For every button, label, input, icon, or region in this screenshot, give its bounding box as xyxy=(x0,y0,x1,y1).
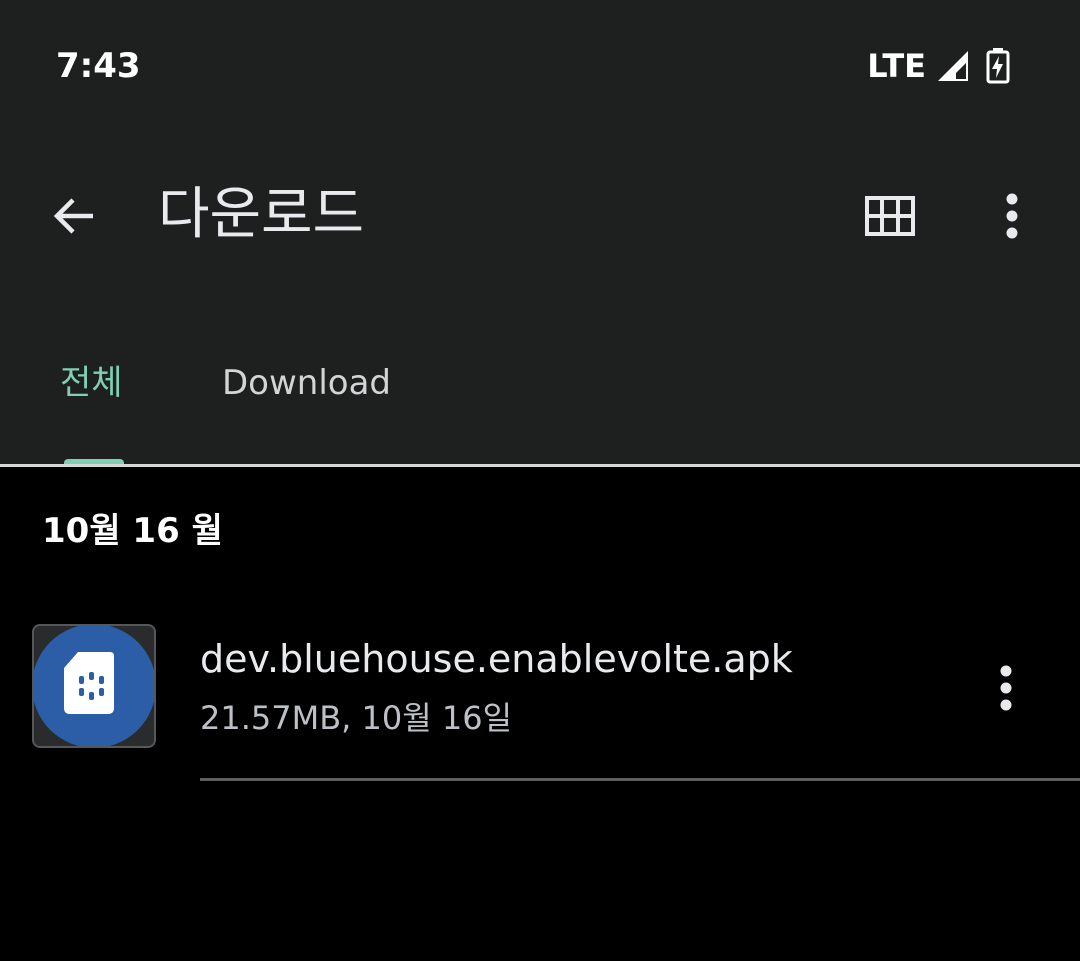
app-header: 7:43 LTE 다운로드 전체 Download xyxy=(0,0,1080,465)
sim-card-icon xyxy=(34,626,154,746)
file-size-date: 21.57MB, 10월 16일 xyxy=(200,699,513,737)
tab-all[interactable]: 전체 xyxy=(60,358,123,408)
header-divider xyxy=(0,464,1080,467)
date-section-header: 10월 16 월 xyxy=(42,511,223,551)
cell-signal-icon xyxy=(938,51,968,81)
overflow-menu-button[interactable] xyxy=(988,188,1036,244)
grid-view-button[interactable] xyxy=(860,188,920,244)
back-button[interactable] xyxy=(44,186,104,246)
file-thumbnail xyxy=(32,624,156,748)
network-type: LTE xyxy=(867,47,926,85)
file-list-item[interactable]: dev.bluehouse.enablevolte.apk 21.57MB, 1… xyxy=(0,600,1080,780)
list-divider xyxy=(200,778,1080,781)
tab-download[interactable]: Download xyxy=(222,358,391,408)
status-time: 7:43 xyxy=(56,46,141,86)
battery-charging-icon xyxy=(986,48,1010,84)
grid-view-icon xyxy=(865,196,915,236)
file-more-button[interactable] xyxy=(982,660,1030,716)
more-vert-icon xyxy=(1000,665,1012,711)
page-title: 다운로드 xyxy=(158,182,365,247)
arrow-back-icon xyxy=(53,198,93,234)
files-screen: 7:43 LTE 다운로드 전체 Download 10월 16 월 dev.b… xyxy=(0,0,1080,961)
more-vert-icon xyxy=(1006,193,1018,239)
file-name: dev.bluehouse.enablevolte.apk xyxy=(200,637,793,681)
status-icons: LTE xyxy=(867,44,1010,88)
